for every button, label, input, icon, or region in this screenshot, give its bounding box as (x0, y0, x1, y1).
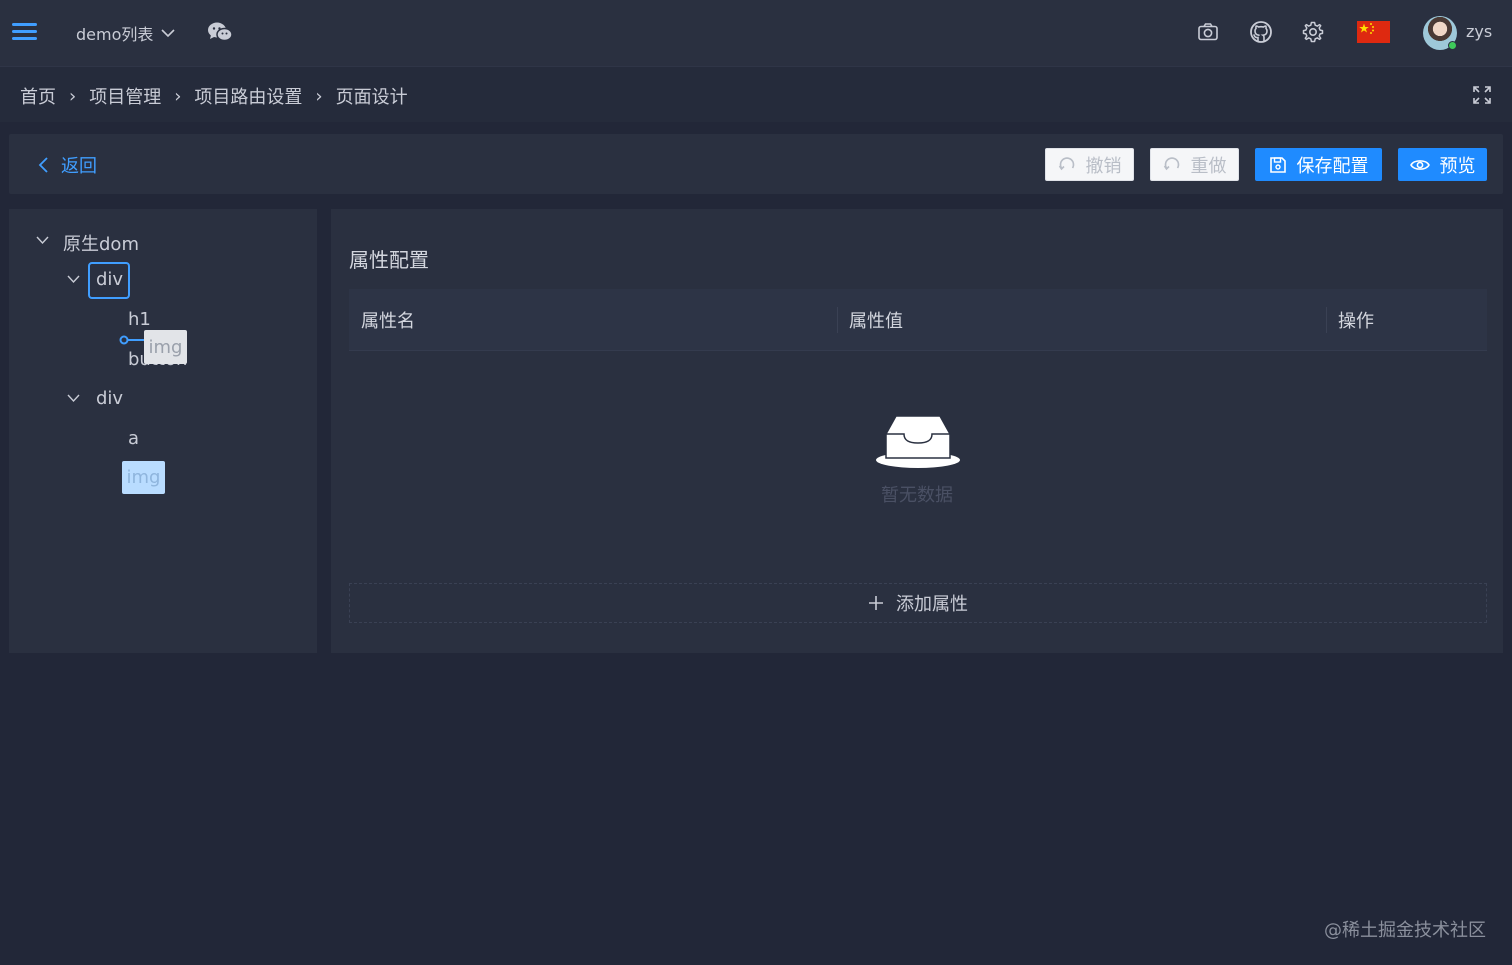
eye-icon (1409, 159, 1430, 170)
tree-node-div[interactable]: div (96, 388, 123, 409)
drop-indicator (119, 335, 147, 345)
back-button-label: 返回 (61, 156, 97, 177)
preview-button-label: 预览 (1439, 155, 1476, 177)
tree-node-root[interactable]: 原生dom (63, 230, 139, 256)
drag-ghost-img[interactable]: img (144, 330, 187, 364)
breadcrumb-separator: › (315, 85, 323, 107)
hamburger-menu-icon[interactable] (12, 20, 37, 44)
properties-panel: 属性配置 属性名 属性值 操作 暂无数据 添加属性 (331, 209, 1503, 653)
empty-state-text: 暂无数据 (881, 485, 953, 506)
breadcrumb-separator: › (69, 85, 77, 107)
redo-button-label: 重做 (1190, 155, 1227, 177)
avatar[interactable] (1423, 16, 1457, 50)
breadcrumb-bar: 首页 › 项目管理 › 项目路由设置 › 页面设计 (0, 66, 1512, 122)
preview-button[interactable]: 预览 (1398, 148, 1487, 181)
gear-icon[interactable] (1301, 20, 1325, 44)
add-property-button[interactable]: 添加属性 (349, 583, 1487, 623)
tree-node-label: 原生dom (63, 234, 139, 255)
undo-button[interactable]: 撤销 (1045, 148, 1134, 181)
top-header: demo列表 zys (0, 0, 1512, 66)
breadcrumb-item-home[interactable]: 首页 (20, 83, 56, 109)
china-flag-icon[interactable] (1357, 21, 1390, 43)
tree-node-img[interactable]: img (122, 461, 165, 494)
tree-node-h1[interactable]: h1 (128, 309, 151, 330)
undo-button-label: 撤销 (1085, 155, 1122, 177)
refresh-icon (1163, 156, 1179, 170)
tree-node-div[interactable]: div (96, 269, 123, 290)
chevron-down-icon[interactable] (67, 392, 80, 405)
tree-node-label: div (96, 269, 124, 290)
properties-title: 属性配置 (349, 248, 429, 272)
breadcrumb-item-route-settings[interactable]: 项目路由设置 (194, 83, 302, 109)
tree-node-label: div (96, 388, 124, 409)
chevron-down-icon[interactable] (67, 273, 80, 286)
column-header-actions: 操作 (1326, 289, 1487, 351)
add-property-label: 添加属性 (896, 594, 968, 615)
breadcrumb: 首页 › 项目管理 › 项目路由设置 › 页面设计 (20, 83, 408, 109)
online-status-dot (1448, 41, 1457, 50)
breadcrumb-separator: › (174, 85, 182, 107)
chevron-down-icon (161, 29, 175, 38)
column-header-value: 属性值 (837, 289, 1326, 351)
redo-button[interactable]: 重做 (1150, 148, 1239, 181)
demo-list-dropdown-label: demo列表 (76, 25, 154, 44)
tree-node-label: h1 (128, 309, 151, 330)
properties-table-header: 属性名 属性值 操作 (349, 289, 1487, 351)
chevron-left-icon (38, 157, 48, 173)
camera-icon[interactable] (1196, 20, 1220, 44)
save-config-button-label: 保存配置 (1296, 155, 1369, 177)
tree-node-label: a (128, 428, 140, 449)
username[interactable]: zys (1466, 22, 1492, 41)
tree-node-a[interactable]: a (128, 428, 139, 449)
watermark: @稀土掘金技术社区 (1324, 920, 1486, 941)
breadcrumb-item-project-management[interactable]: 项目管理 (89, 83, 161, 109)
save-config-button[interactable]: 保存配置 (1255, 148, 1382, 181)
column-header-name: 属性名 (361, 310, 415, 332)
github-icon[interactable] (1249, 20, 1273, 44)
fullscreen-icon[interactable] (1473, 86, 1491, 104)
wechat-icon[interactable] (207, 21, 233, 43)
save-icon (1269, 156, 1286, 173)
empty-inbox-icon (876, 415, 960, 468)
plus-icon (869, 596, 883, 610)
back-button[interactable]: 返回 (37, 152, 97, 178)
chevron-down-icon[interactable] (36, 234, 49, 247)
dom-tree-panel: 原生dom div h1 button img div a img (9, 209, 317, 653)
demo-list-dropdown[interactable]: demo列表 (76, 20, 175, 46)
action-bar: 返回 撤销 重做 保存配置 预览 (9, 134, 1503, 194)
breadcrumb-item-page-design: 页面设计 (335, 87, 408, 108)
refresh-icon (1058, 156, 1074, 170)
